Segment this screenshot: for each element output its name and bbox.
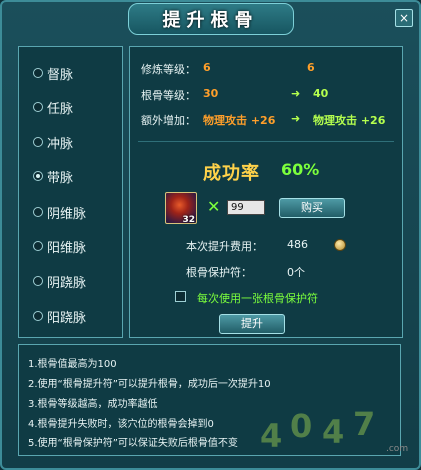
rule-line: 4.根骨提升失败时，该穴位的根骨会掉到0 (28, 419, 214, 430)
upgrade-button[interactable]: 提升 (219, 314, 285, 334)
quantity-input[interactable]: 99 (227, 200, 265, 215)
cultivation-level-label: 修炼等级： (141, 63, 196, 76)
meridian-label: 阳维脉 (47, 240, 87, 256)
watermark-digit: 0 (290, 407, 313, 445)
meridian-list: 督脉 任脉 冲脉 带脉 阴维脉 阳维脉 阴跷脉 阳跷脉 (18, 46, 123, 338)
use-protect-checkbox[interactable] (175, 291, 186, 302)
meridian-option[interactable]: 任脉 (33, 97, 73, 117)
buy-button[interactable]: 购买 (279, 198, 345, 218)
radio-icon[interactable] (33, 311, 43, 321)
arrow-right-icon: ➜ (291, 87, 301, 100)
watermark-suffix: .com (386, 444, 409, 454)
meridian-label: 阳跷脉 (47, 310, 87, 326)
coin-icon (334, 239, 346, 251)
radio-icon[interactable] (33, 207, 43, 217)
meridian-label: 阴跷脉 (47, 275, 87, 291)
watermark-digit: 4 (322, 413, 345, 451)
success-rate-label: 成功率 (203, 163, 260, 184)
protect-talisman-count: 0个 (287, 266, 305, 279)
meridian-option[interactable]: 阴跷脉 (33, 271, 86, 291)
meridian-option[interactable]: 阴维脉 (33, 202, 86, 222)
success-rate-value: 60% (281, 160, 320, 179)
radio-icon[interactable] (33, 137, 43, 147)
radio-selected-icon[interactable] (33, 171, 43, 181)
cultivation-level-current: 6 (203, 61, 211, 74)
upgrade-cost-label: 本次提升费用： (186, 240, 263, 253)
meridian-label: 任脉 (47, 101, 74, 117)
meridian-option[interactable]: 冲脉 (33, 132, 73, 152)
rule-line: 5.使用“根骨保护符”可以保证失败后根骨值不变 (28, 438, 238, 449)
meridian-label: 冲脉 (47, 136, 74, 152)
root-level-current: 30 (203, 87, 219, 100)
root-level-label: 根骨等级： (141, 89, 196, 102)
divider (138, 141, 394, 142)
radio-icon[interactable] (33, 276, 43, 286)
use-protect-label: 每次使用一张根骨保护符 (197, 292, 318, 305)
root-level-next: 40 (313, 87, 329, 100)
root-upgrade-talisman-icon[interactable]: 32 (165, 192, 197, 225)
arrow-right-icon: ➜ (291, 112, 301, 125)
rule-line: 3.根骨等级越高，成功率越低 (28, 399, 158, 410)
meridian-option[interactable]: 阳跷脉 (33, 306, 86, 326)
upgrade-cost-value: 486 (287, 238, 308, 251)
title-bar: 提升根骨 (2, 2, 419, 36)
extra-bonus-next: 物理攻击 +26 (313, 114, 386, 127)
rule-line: 1.根骨值最高为100 (28, 359, 117, 370)
site-watermark: 4 0 4 7 .com (260, 403, 410, 463)
meridian-label: 带脉 (47, 170, 74, 186)
meridian-option[interactable]: 阳维脉 (33, 236, 86, 256)
meridian-option-selected[interactable]: 带脉 (33, 166, 73, 186)
extra-bonus-label: 额外增加： (141, 114, 196, 127)
meridian-label: 督脉 (47, 67, 74, 83)
watermark-digit: 4 (260, 417, 283, 455)
item-count: 32 (182, 215, 195, 225)
rule-line: 2.使用“根骨提升符”可以提升根骨，成功后一次提升10 (28, 379, 271, 390)
upgrade-root-window: 提升根骨 × 督脉 任脉 冲脉 带脉 阴维脉 阳维脉 阴跷脉 阳跷脉 修炼等级：… (0, 0, 421, 470)
close-button[interactable]: × (395, 9, 413, 27)
cultivation-level-next: 6 (307, 61, 315, 74)
detail-panel: 修炼等级： 6 6 根骨等级： 30 ➜ 40 额外增加： 物理攻击 +26 ➜… (129, 46, 403, 338)
radio-icon[interactable] (33, 68, 43, 78)
window-title: 提升根骨 (127, 3, 294, 35)
protect-talisman-label: 根骨保护符： (186, 266, 252, 279)
radio-icon[interactable] (33, 102, 43, 112)
extra-bonus-current: 物理攻击 +26 (203, 114, 276, 127)
radio-icon[interactable] (33, 241, 43, 251)
meridian-label: 阴维脉 (47, 206, 87, 222)
meridian-option[interactable]: 督脉 (33, 63, 73, 83)
watermark-digit: 7 (353, 405, 376, 443)
multiply-icon: ✕ (207, 197, 221, 216)
